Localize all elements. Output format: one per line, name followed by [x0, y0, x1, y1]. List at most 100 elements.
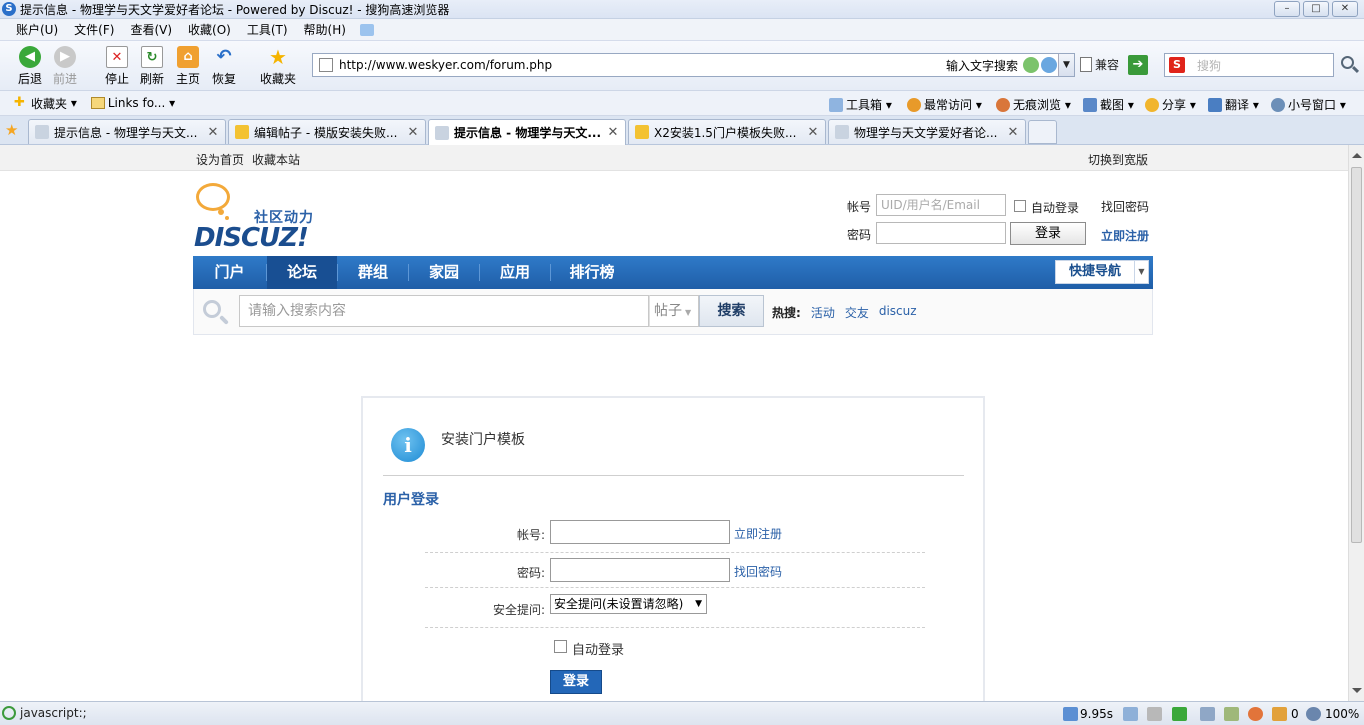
chevron-down-icon[interactable]: ▼ — [1135, 260, 1149, 284]
nav-apps[interactable]: 应用 — [480, 256, 550, 289]
address-bar[interactable]: http://www.weskyer.com/forum.php 输入文字搜索 … — [312, 53, 1075, 77]
scroll-thumb[interactable] — [1351, 167, 1362, 543]
menu-favorites[interactable]: 收藏(O) — [180, 21, 239, 38]
hot-term-link[interactable]: 交友 — [845, 304, 869, 321]
nav-group[interactable]: 群组 — [338, 256, 408, 289]
login-submit-button[interactable]: 登录 — [550, 670, 602, 694]
quick-nav-button[interactable]: 快捷导航 — [1055, 260, 1135, 284]
tab-4[interactable]: X2安装1.5门户模板失败... ✕ — [628, 119, 826, 144]
tab-close-icon[interactable]: ✕ — [405, 125, 421, 140]
tab-5[interactable]: 物理学与天文学爱好者论... ✕ — [828, 119, 1026, 144]
status-bar: javascript:; 9.95s 0 100% — [0, 701, 1364, 725]
header-login-button[interactable]: 登录 — [1010, 222, 1086, 245]
header-find-password-link[interactable]: 找回密码 — [1101, 198, 1149, 215]
scroll-up-icon[interactable] — [1352, 153, 1362, 158]
back-button[interactable]: ◀ 后退 — [12, 46, 48, 87]
translate-button[interactable]: 翻译 ▾ — [1208, 96, 1259, 113]
refresh-button[interactable]: ↻ 刷新 — [134, 46, 170, 87]
eye-protection-icon[interactable] — [1248, 707, 1263, 721]
tab-1[interactable]: 提示信息 - 物理学与天文... ✕ — [28, 119, 226, 144]
close-window-button[interactable]: ✕ — [1332, 1, 1358, 17]
security-icon[interactable] — [1023, 57, 1039, 73]
restore-button[interactable]: ↶ 恢复 — [206, 46, 242, 87]
address-dropdown-icon[interactable]: ▼ — [1058, 54, 1074, 76]
password-input[interactable] — [550, 558, 730, 582]
menu-view[interactable]: 查看(V) — [122, 21, 180, 38]
menu-file[interactable]: 文件(F) — [66, 21, 122, 38]
page-icon — [835, 125, 849, 139]
register-link[interactable]: 立即注册 — [734, 525, 782, 542]
tab-close-icon[interactable]: ✕ — [1005, 125, 1021, 140]
menu-account[interactable]: 账户(U) — [8, 21, 66, 38]
download-icon[interactable] — [1172, 707, 1187, 721]
share-button[interactable]: 分享 ▾ — [1145, 96, 1196, 113]
maximize-button[interactable]: □ — [1303, 1, 1329, 17]
menu-tools[interactable]: 工具(T) — [239, 21, 296, 38]
nav-portal[interactable]: 门户 — [193, 256, 266, 289]
discuz-logo[interactable]: 社区动力 DISCUZ! — [194, 183, 324, 253]
auto-login-checkbox[interactable] — [554, 640, 567, 653]
header-account-input[interactable]: UID/用户名/Email — [876, 194, 1006, 216]
volume-icon[interactable] — [1200, 707, 1215, 721]
sogou-logo-icon[interactable]: S — [1169, 57, 1185, 73]
privacy-icon[interactable] — [1147, 707, 1162, 721]
toolbox-button[interactable]: 工具箱 ▾ — [829, 96, 892, 113]
set-homepage-link[interactable]: 设为首页 — [196, 151, 244, 168]
skin-icon[interactable] — [359, 23, 374, 36]
nav-forum[interactable]: 论坛 — [267, 256, 337, 289]
site-search-button[interactable]: 搜索 — [699, 295, 764, 327]
shield-icon[interactable] — [1272, 707, 1287, 721]
search-type-select[interactable]: 帖子 ▼ — [649, 295, 699, 327]
nav-home[interactable]: 家园 — [409, 256, 479, 289]
tab-close-icon[interactable]: ✕ — [605, 125, 621, 140]
go-arrow-icon[interactable]: ➔ — [1128, 55, 1148, 75]
tab-3-active[interactable]: 提示信息 - 物理学与天文... ✕ — [428, 119, 626, 145]
sogou-browser-icon: S — [2, 2, 16, 16]
speed-lightning-icon[interactable] — [1063, 707, 1078, 721]
account-input[interactable] — [550, 520, 730, 544]
favorites-button[interactable]: ★ 收藏夹 — [258, 46, 298, 87]
vertical-scrollbar[interactable] — [1348, 145, 1364, 701]
most-visited-button[interactable]: 最常访问 ▾ — [907, 96, 982, 113]
minimize-button[interactable]: – — [1274, 1, 1300, 17]
switch-wide-link[interactable]: 切换到宽版 — [1088, 151, 1148, 168]
site-topbar: 设为首页 收藏本站 切换到宽版 — [0, 145, 1348, 171]
page-viewport: 设为首页 收藏本站 切换到宽版 社区动力 DISCUZ! 帐号 UID/用户名/… — [0, 145, 1348, 701]
header-register-link[interactable]: 立即注册 — [1101, 227, 1149, 244]
new-tab-button[interactable] — [1028, 120, 1057, 144]
zoom-icon[interactable] — [1306, 707, 1321, 721]
zoom-level[interactable]: 100% — [1325, 707, 1359, 721]
speed-icon[interactable] — [1041, 57, 1057, 73]
find-password-link[interactable]: 找回密码 — [734, 563, 782, 580]
stop-button[interactable]: ✕ 停止 — [99, 46, 135, 87]
tab-close-icon[interactable]: ✕ — [805, 125, 821, 140]
tab-2[interactable]: 编辑帖子 - 模版安装失败... ✕ — [228, 119, 426, 144]
home-button[interactable]: ⌂ 主页 — [170, 46, 206, 87]
scroll-down-icon[interactable] — [1352, 688, 1362, 693]
edit-icon[interactable] — [1123, 707, 1138, 721]
nav-ranking[interactable]: 排行榜 — [551, 256, 633, 289]
links-folder[interactable]: Links fo... ▾ — [90, 96, 175, 110]
security-question-select[interactable]: 安全提问(未设置请忽略) ▼ — [550, 594, 707, 614]
hot-term-link[interactable]: discuz — [879, 304, 917, 321]
alt-account-window-button[interactable]: 小号窗口 ▾ — [1271, 96, 1346, 113]
incognito-button[interactable]: 无痕浏览 ▾ — [996, 96, 1071, 113]
bookmark-site-link[interactable]: 收藏本站 — [252, 151, 300, 168]
menu-help[interactable]: 帮助(H) — [296, 21, 354, 38]
tab-close-icon[interactable]: ✕ — [205, 125, 221, 140]
forward-button[interactable]: ▶ 前进 — [47, 46, 83, 87]
password-label: 密码: — [516, 566, 545, 580]
screen-icon[interactable] — [1224, 707, 1239, 721]
engine-search-box[interactable]: S 搜狗 — [1164, 53, 1334, 77]
chevron-down-icon: ▼ — [685, 308, 692, 317]
screenshot-button[interactable]: 截图 ▾ — [1083, 96, 1134, 113]
favorites-folder[interactable]: ✚ 收藏夹 ▾ — [14, 95, 77, 112]
search-icon[interactable] — [1338, 54, 1360, 76]
favorite-star-icon[interactable]: ★ — [5, 123, 18, 138]
compat-mode-button[interactable]: 兼容 — [1080, 56, 1119, 73]
hot-term-link[interactable]: 活动 — [811, 304, 835, 321]
address-url[interactable]: http://www.weskyer.com/forum.php — [339, 58, 946, 72]
header-password-input[interactable] — [876, 222, 1006, 244]
header-auto-login-checkbox[interactable] — [1014, 200, 1026, 212]
site-search-input[interactable]: 请输入搜索内容 — [239, 295, 649, 327]
